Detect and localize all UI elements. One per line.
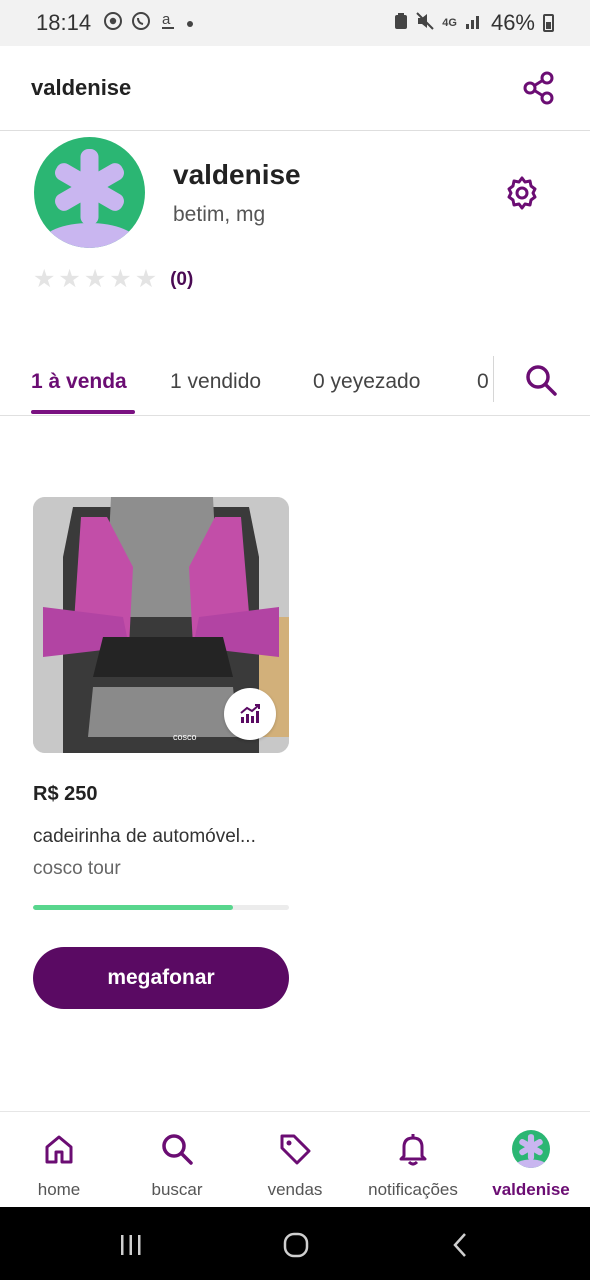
tab-yeyezado[interactable]: 0 yeyezado — [313, 370, 420, 394]
search-icon — [158, 1130, 196, 1168]
system-nav-bar — [0, 1207, 590, 1280]
recent-apps-icon — [121, 1235, 141, 1255]
search-icon — [526, 365, 557, 396]
gear-icon — [507, 176, 537, 210]
tab-search-button[interactable] — [521, 360, 561, 400]
product-card[interactable]: cosco R$ 250 cadeirinha de automóvel... … — [33, 497, 289, 1009]
battery-saver-icon — [394, 12, 408, 35]
tabs-divider — [493, 356, 494, 402]
nav-buscar[interactable]: buscar — [118, 1112, 236, 1208]
product-image[interactable]: cosco — [33, 497, 289, 753]
tag-icon — [276, 1130, 314, 1168]
boost-button[interactable] — [224, 688, 276, 740]
app-header: valdenise — [0, 46, 590, 131]
battery-icon — [543, 14, 554, 32]
profile-avatar-icon — [512, 1130, 550, 1168]
avatar[interactable] — [34, 137, 145, 248]
profile-section: valdenise betim, mg ★ ★ ★ ★ ★ (0) — [0, 131, 590, 331]
product-brand: cosco tour — [33, 858, 121, 879]
tab-active-indicator — [31, 410, 135, 414]
home-icon — [40, 1130, 78, 1168]
profile-name: valdenise — [173, 159, 301, 190]
nav-notificacoes[interactable]: notificações — [354, 1112, 472, 1208]
tabs-bar: 1 à venda 1 vendido 0 yeyezado 0 — [0, 340, 590, 416]
tab-a-venda[interactable]: 1 à venda — [31, 370, 127, 394]
star-icon: ★ — [33, 265, 56, 293]
chart-up-icon — [240, 704, 260, 723]
nav-buscar-label: buscar — [151, 1180, 203, 1199]
star-icon: ★ — [109, 265, 132, 293]
recent-apps-button[interactable] — [111, 1225, 151, 1265]
settings-button[interactable] — [502, 173, 542, 213]
nav-vendas[interactable]: vendas — [236, 1112, 354, 1208]
back-icon — [453, 1233, 466, 1257]
tab-vendido[interactable]: 1 vendido — [170, 370, 261, 394]
star-icon: ★ — [58, 265, 81, 293]
tab-more[interactable]: 0 — [477, 370, 489, 394]
bottom-nav: home buscar vendas notificações valdenis… — [0, 1111, 590, 1207]
home-circle-icon — [283, 1232, 309, 1258]
product-price: R$ 250 — [33, 783, 98, 805]
product-image-brand: cosco — [173, 732, 197, 742]
status-time: 18:14 — [36, 10, 92, 35]
nav-profile-label: valdenise — [492, 1180, 570, 1199]
rating-count[interactable]: (0) — [170, 269, 193, 291]
star-icon: ★ — [134, 265, 158, 293]
product-progress — [33, 905, 289, 910]
megafonar-button[interactable]: megafonar — [33, 947, 289, 1009]
star-icon: ★ — [83, 265, 107, 293]
nav-home-label: home — [37, 1180, 81, 1199]
rating: ★ ★ ★ ★ ★ (0) — [33, 267, 193, 292]
product-progress-fill — [33, 905, 233, 910]
profile-location: betim, mg — [173, 203, 266, 226]
whatsapp-icon — [131, 11, 151, 36]
amazon-icon: a — [160, 11, 176, 36]
status-bar: 18:14 a 4G 46% — [0, 0, 590, 46]
signal-icon — [465, 12, 483, 35]
nav-notificacoes-label: notificações — [368, 1180, 458, 1199]
home-system-button[interactable] — [276, 1225, 316, 1265]
mute-icon — [416, 11, 434, 35]
share-icon — [523, 71, 554, 105]
bell-icon — [394, 1130, 432, 1168]
network-4g-icon: 4G — [442, 17, 457, 29]
share-button[interactable] — [519, 68, 559, 108]
nav-vendas-label: vendas — [267, 1180, 323, 1199]
page-title: valdenise — [31, 75, 132, 100]
back-button[interactable] — [441, 1225, 481, 1265]
svg-text:a: a — [162, 11, 171, 28]
nav-home[interactable]: home — [0, 1112, 118, 1208]
chrome-icon — [104, 11, 123, 35]
product-title: cadeirinha de automóvel... — [33, 826, 256, 847]
nav-profile[interactable]: valdenise — [472, 1112, 590, 1208]
dot-icon — [185, 13, 195, 34]
battery-percent: 46% — [490, 10, 535, 35]
